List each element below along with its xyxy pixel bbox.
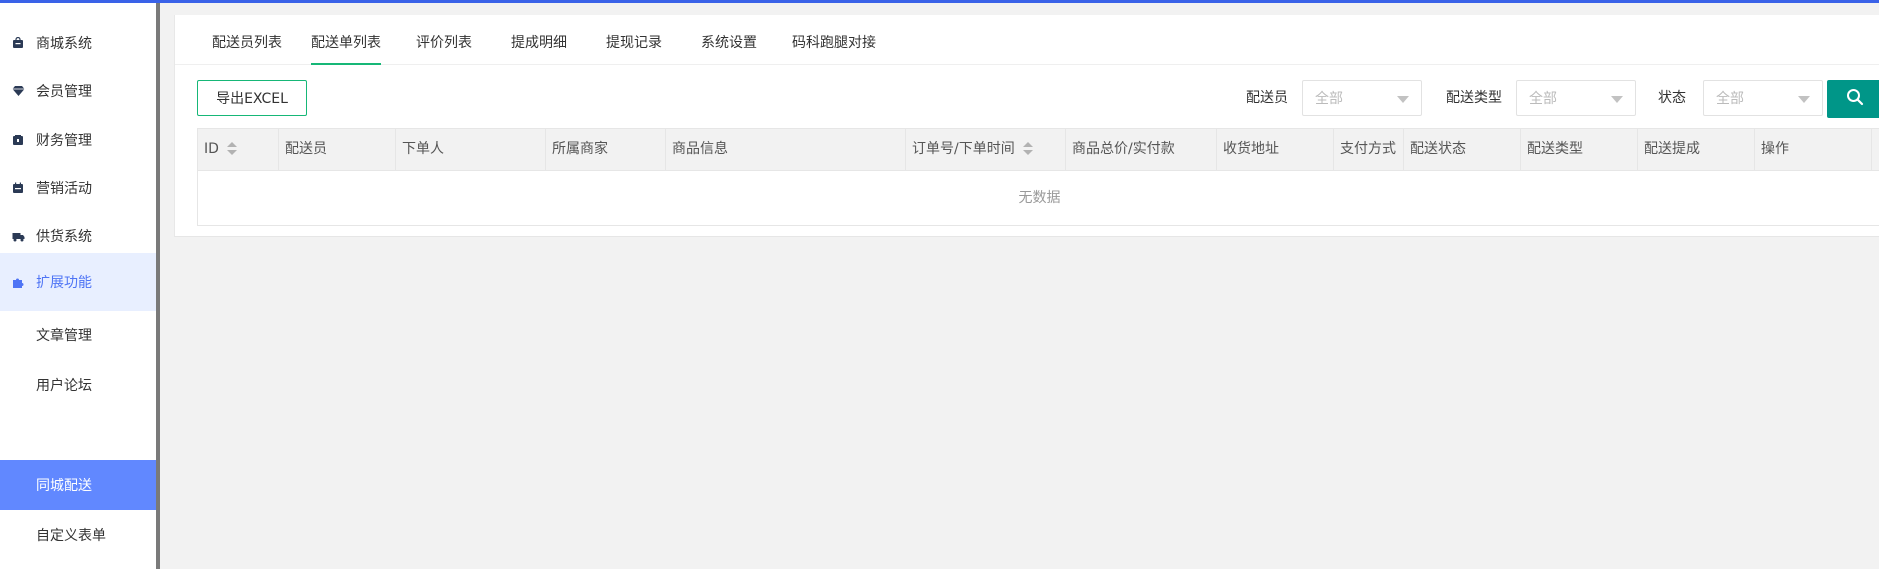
column-header-id[interactable]: ID (198, 129, 279, 170)
sort-icon[interactable] (1022, 142, 1033, 156)
column-header-order-number-time[interactable]: 订单号/下单时间 (906, 129, 1066, 170)
status-filter-label: 状态 (1658, 90, 1686, 106)
sidebar: 商城系统 会员管理 财务管理 营销活动 供货系统 扩展功能 文章管理 用户论坛 … (0, 3, 160, 569)
shopping-bag-icon (11, 36, 25, 50)
courier-select[interactable]: 全部 (1302, 80, 1422, 116)
wallet-icon (11, 133, 25, 147)
truck-icon (11, 229, 25, 243)
empty-state-text: 无数据 (1018, 190, 1061, 206)
status-select[interactable]: 全部 (1703, 80, 1823, 116)
sidebar-item-label: 供货系统 (36, 229, 92, 245)
sort-icon[interactable] (226, 142, 237, 156)
sidebar-item-label: 营销活动 (36, 181, 92, 197)
column-header-total-paid: 商品总价/实付款 (1066, 129, 1217, 170)
column-header-address: 收货地址 (1217, 129, 1334, 170)
sidebar-subitem-local-delivery[interactable]: 同城配送 (0, 460, 156, 510)
sidebar-item-label: 商城系统 (36, 36, 92, 52)
chevron-down-icon (1397, 96, 1409, 103)
chevron-down-icon (1611, 96, 1623, 103)
table-header: ID 配送员 下单人 所属商家 商品信息 订单号/下单时间 商品总价/实付款 收… (198, 129, 1879, 171)
sidebar-subitem-custom-form[interactable]: 自定义表单 (0, 510, 156, 560)
column-header-delivery-type: 配送类型 (1521, 129, 1638, 170)
tab-bar: 配送员列表 配送单列表 评价列表 提成明细 提现记录 系统设置 码科跑腿对接 (175, 15, 1879, 65)
column-header-commission: 配送提成 (1638, 129, 1755, 170)
column-header-orderer: 下单人 (396, 129, 546, 170)
column-header-courier: 配送员 (279, 129, 396, 170)
sidebar-subitem-articles[interactable]: 文章管理 (0, 310, 156, 360)
column-header-merchant: 所属商家 (546, 129, 666, 170)
top-accent-bar (0, 0, 1879, 3)
delivery-type-select-value: 全部 (1529, 91, 1557, 107)
delivery-type-filter-label: 配送类型 (1446, 90, 1502, 106)
column-header-payment-method: 支付方式 (1334, 129, 1404, 170)
export-excel-button[interactable]: 导出EXCEL (197, 80, 307, 116)
column-header-delivery-status: 配送状态 (1404, 129, 1521, 170)
column-header-actions: 操作 (1755, 129, 1872, 170)
column-header-product-info: 商品信息 (666, 129, 906, 170)
sidebar-item-label: 会员管理 (36, 84, 92, 100)
courier-filter-label: 配送员 (1246, 90, 1288, 106)
tab-review-list[interactable]: 评价列表 (416, 15, 472, 63)
calendar-icon (11, 181, 25, 195)
tab-delivery-order-list[interactable]: 配送单列表 (311, 15, 381, 65)
sidebar-item-extensions[interactable]: 扩展功能 (0, 253, 156, 311)
tab-withdrawal-records[interactable]: 提现记录 (606, 15, 662, 63)
sidebar-subitem-forum[interactable]: 用户论坛 (0, 360, 156, 410)
diamond-icon (11, 84, 25, 98)
delivery-orders-table: ID 配送员 下单人 所属商家 商品信息 订单号/下单时间 商品总价/实付款 收… (197, 128, 1879, 226)
puzzle-icon (11, 275, 25, 289)
main-card: 配送员列表 配送单列表 评价列表 提成明细 提现记录 系统设置 码科跑腿对接 导… (174, 15, 1879, 237)
tab-commission-details[interactable]: 提成明细 (511, 15, 567, 63)
chevron-down-icon (1798, 96, 1810, 103)
tab-errand-integration[interactable]: 码科跑腿对接 (792, 15, 876, 63)
search-button[interactable] (1827, 80, 1879, 118)
delivery-type-select[interactable]: 全部 (1516, 80, 1636, 116)
courier-select-value: 全部 (1315, 91, 1343, 107)
sidebar-item-label: 财务管理 (36, 133, 92, 149)
search-icon (1846, 88, 1864, 110)
tab-courier-list[interactable]: 配送员列表 (212, 15, 282, 63)
tab-system-settings[interactable]: 系统设置 (701, 15, 757, 63)
status-select-value: 全部 (1716, 91, 1744, 107)
sidebar-item-label: 扩展功能 (36, 275, 92, 291)
